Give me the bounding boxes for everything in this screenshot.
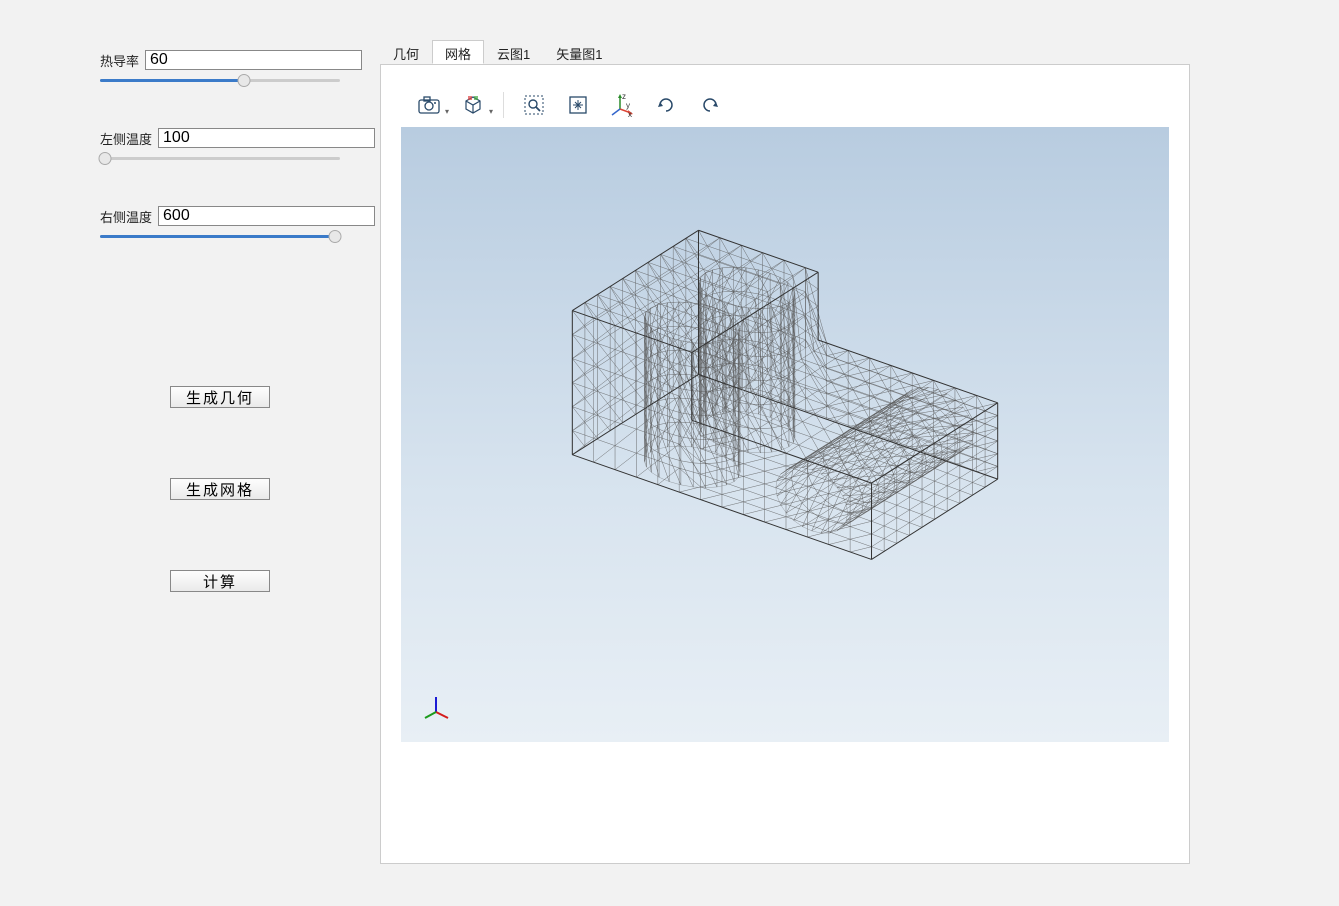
param-thermal-conductivity: 热导率	[100, 50, 340, 90]
mesh-canvas[interactable]	[401, 127, 1169, 742]
tabs: 几何 网格 云图1 矢量图1	[380, 40, 1190, 64]
param-left-temp: 左侧温度	[100, 128, 340, 168]
thermal-conductivity-slider[interactable]	[100, 72, 340, 90]
param-label: 热导率	[100, 51, 139, 70]
svg-text:y: y	[626, 101, 630, 110]
sidebar: 热导率 左侧温度 右侧温度 生成几何 生	[0, 0, 380, 906]
svg-text:x: x	[628, 110, 632, 117]
rotate-cw-icon[interactable]	[648, 88, 684, 122]
mesh-wireframe	[401, 127, 1169, 742]
toolbar-separator	[503, 92, 504, 118]
camera-icon[interactable]: ▾	[411, 88, 447, 122]
right-temp-input[interactable]	[158, 206, 375, 226]
main-area: 几何 网格 云图1 矢量图1 ▾ ▾	[380, 40, 1190, 864]
rotate-ccw-icon[interactable]	[692, 88, 728, 122]
tab-geometry[interactable]: 几何	[380, 40, 432, 64]
generate-geometry-button[interactable]: 生成几何	[170, 386, 270, 408]
tab-vector[interactable]: 矢量图1	[543, 40, 615, 64]
param-label: 左侧温度	[100, 129, 152, 148]
viewer-panel: ▾ ▾ z y x	[380, 64, 1190, 864]
thermal-conductivity-input[interactable]	[145, 50, 362, 70]
axes-icon[interactable]: z y x	[604, 88, 640, 122]
chevron-down-icon: ▾	[489, 107, 493, 116]
zoom-extents-icon[interactable]	[560, 88, 596, 122]
viewer-toolbar: ▾ ▾ z y x	[401, 85, 1169, 125]
axis-triad-icon	[421, 692, 451, 722]
param-right-temp: 右侧温度	[100, 206, 340, 246]
left-temp-slider[interactable]	[100, 150, 340, 168]
compute-button[interactable]: 计算	[170, 570, 270, 592]
action-buttons: 生成几何 生成网格 计算	[100, 386, 340, 592]
chevron-down-icon: ▾	[445, 107, 449, 116]
svg-text:z: z	[622, 93, 626, 101]
param-label: 右侧温度	[100, 207, 152, 226]
generate-mesh-button[interactable]: 生成网格	[170, 478, 270, 500]
tab-mesh[interactable]: 网格	[432, 40, 484, 64]
tab-contour[interactable]: 云图1	[484, 40, 543, 64]
zoom-box-icon[interactable]	[516, 88, 552, 122]
right-temp-slider[interactable]	[100, 228, 340, 246]
left-temp-input[interactable]	[158, 128, 375, 148]
box-icon[interactable]: ▾	[455, 88, 491, 122]
